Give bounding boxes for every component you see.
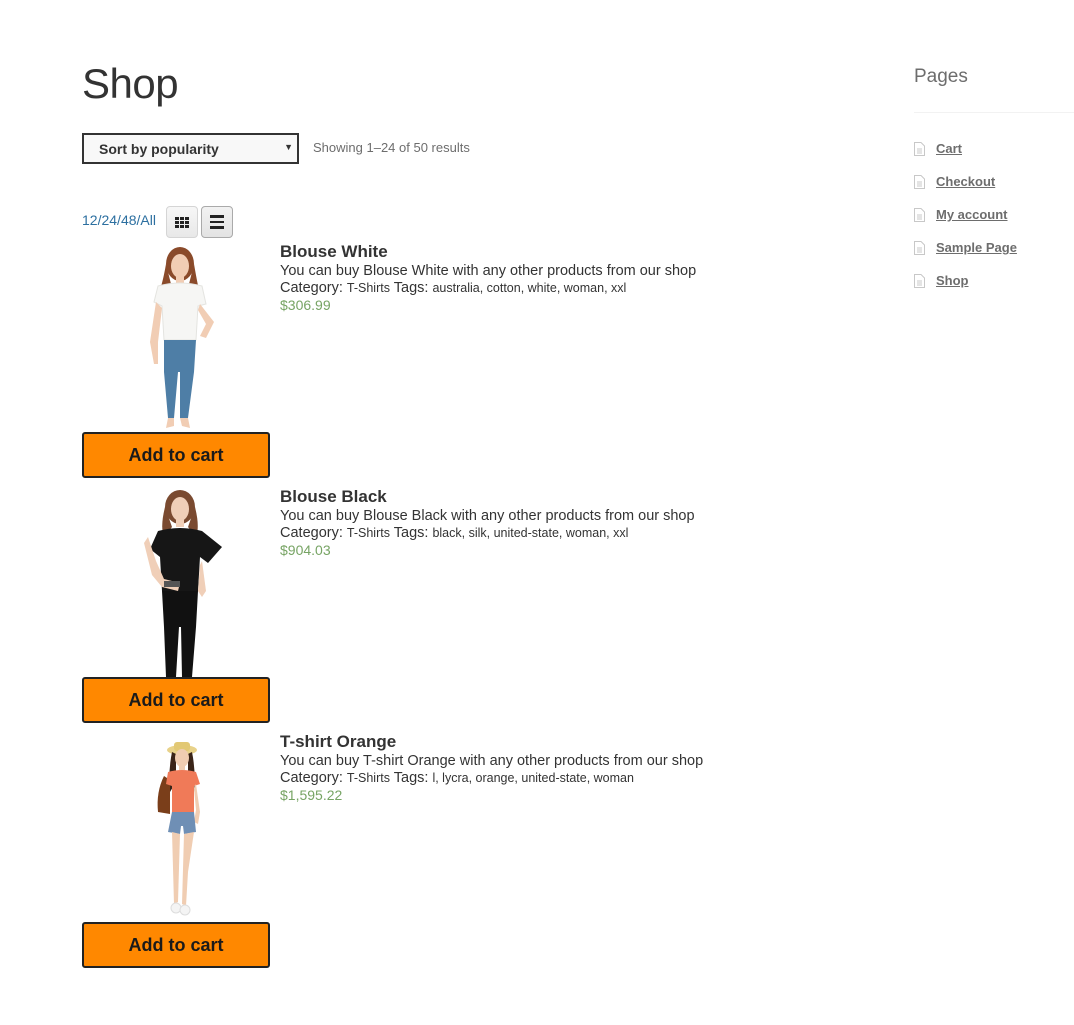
product-meta: Category: T-Shirts Tags: l, lycra, orang… — [280, 770, 703, 787]
list-view-button[interactable] — [201, 206, 233, 238]
sidebar-item-cart: Cart — [914, 132, 1017, 165]
product-item: Blouse Black You can buy Blouse Black wi… — [82, 487, 732, 727]
category-label: Category: — [280, 525, 343, 541]
product-item: Blouse White You can buy Blouse White wi… — [82, 242, 732, 482]
page-icon — [914, 141, 925, 156]
product-title[interactable]: T-shirt Orange — [280, 732, 703, 752]
sidebar-link-cart[interactable]: Cart — [936, 141, 962, 156]
product-price: $306.99 — [280, 297, 331, 313]
sidebar-link-my-account[interactable]: My account — [936, 207, 1008, 222]
tags-links[interactable]: australia, cotton, white, woman, xxl — [432, 281, 626, 295]
per-page-all[interactable]: All — [140, 212, 156, 228]
page-title: Shop — [82, 60, 179, 107]
product-item: T-shirt Orange You can buy T-shirt Orang… — [82, 732, 732, 972]
page-icon — [914, 207, 925, 222]
category-label: Category: — [280, 770, 343, 786]
tags-label: Tags: — [393, 525, 429, 541]
product-image[interactable] — [102, 487, 252, 677]
divider — [914, 112, 1074, 113]
product-image[interactable] — [102, 242, 252, 432]
add-to-cart-button[interactable]: Add to cart — [82, 922, 270, 968]
product-meta: Category: T-Shirts Tags: australia, cott… — [280, 280, 696, 297]
product-title[interactable]: Blouse Black — [280, 487, 695, 507]
sidebar-link-checkout[interactable]: Checkout — [936, 174, 995, 189]
grid-view-button[interactable] — [166, 206, 198, 238]
sidebar-title: Pages — [914, 66, 968, 87]
product-price: $904.03 — [280, 542, 331, 558]
page-icon — [914, 240, 925, 255]
sidebar-item-checkout: Checkout — [914, 165, 1017, 198]
product-info: Blouse Black You can buy Blouse Black wi… — [280, 487, 695, 559]
per-page-48[interactable]: 48 — [121, 212, 137, 228]
tags-label: Tags: — [393, 770, 429, 786]
add-to-cart-button[interactable]: Add to cart — [82, 677, 270, 723]
sidebar-pages-list: Cart Checkout My account Sample Page Sho… — [914, 132, 1017, 297]
product-price: $1,595.22 — [280, 787, 343, 803]
category-link[interactable]: T-Shirts — [347, 281, 390, 295]
sidebar-item-sample-page: Sample Page — [914, 231, 1017, 264]
per-page-selector: 12 / 24 / 48 / All — [82, 212, 156, 228]
sort-select[interactable]: Sort by popularity ▼ — [82, 133, 299, 164]
list-icon — [210, 215, 224, 229]
tags-links[interactable]: black, silk, united-state, woman, xxl — [432, 526, 628, 540]
tags-links[interactable]: l, lycra, orange, united-state, woman — [432, 771, 634, 785]
sidebar-item-shop: Shop — [914, 264, 1017, 297]
category-link[interactable]: T-Shirts — [347, 526, 390, 540]
sidebar-link-shop[interactable]: Shop — [936, 273, 969, 288]
tags-label: Tags: — [393, 280, 429, 296]
product-info: Blouse White You can buy Blouse White wi… — [280, 242, 696, 314]
grid-icon — [175, 216, 189, 228]
product-description: You can buy Blouse White with any other … — [280, 263, 697, 279]
product-image[interactable] — [102, 732, 252, 922]
product-title[interactable]: Blouse White — [280, 242, 696, 262]
sidebar-item-my-account: My account — [914, 198, 1017, 231]
caret-down-icon: ▼ — [284, 142, 293, 152]
per-page-12[interactable]: 12 — [82, 212, 98, 228]
sort-select-value: Sort by popularity — [99, 140, 219, 157]
category-link[interactable]: T-Shirts — [347, 771, 390, 785]
sidebar-link-sample-page[interactable]: Sample Page — [936, 240, 1017, 255]
category-label: Category: — [280, 280, 343, 296]
per-page-24[interactable]: 24 — [101, 212, 117, 228]
product-meta: Category: T-Shirts Tags: black, silk, un… — [280, 525, 695, 542]
result-count: Showing 1–24 of 50 results — [313, 140, 470, 155]
product-info: T-shirt Orange You can buy T-shirt Orang… — [280, 732, 703, 804]
page-icon — [914, 174, 925, 189]
add-to-cart-button[interactable]: Add to cart — [82, 432, 270, 478]
page-icon — [914, 273, 925, 288]
product-description: You can buy Blouse Black with any other … — [280, 508, 695, 524]
product-description: You can buy T-shirt Orange with any othe… — [280, 753, 704, 769]
